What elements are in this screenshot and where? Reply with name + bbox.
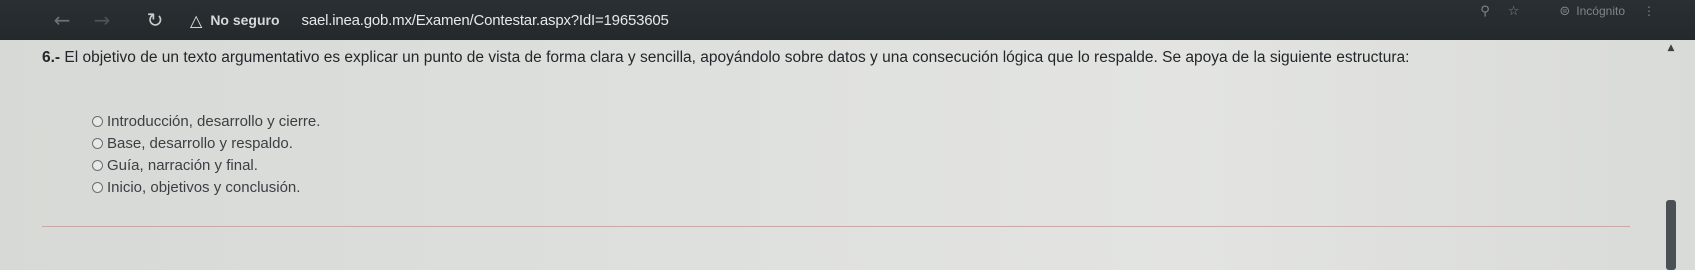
option-label: Introducción, desarrollo y cierre. — [107, 112, 321, 130]
answer-option-1[interactable]: Introducción, desarrollo y cierre. — [92, 110, 320, 132]
radio-button[interactable] — [92, 137, 103, 149]
option-label: Guía, narración y final. — [107, 156, 258, 174]
kebab-menu-icon[interactable]: ⋮ — [1643, 4, 1655, 18]
radio-button[interactable] — [92, 115, 103, 127]
browser-toolbar: ← → ↻ △ No seguro sael.inea.gob.mx/Exame… — [0, 0, 1695, 40]
star-icon[interactable]: ☆ — [1508, 4, 1520, 19]
question-body: El objetivo de un texto argumentativo es… — [64, 49, 1410, 66]
warning-icon[interactable]: △ — [190, 11, 202, 30]
radio-button[interactable] — [92, 181, 103, 193]
incognito-indicator[interactable]: ⊜ Incógnito — [1559, 4, 1625, 19]
scroll-up-icon[interactable]: ▲ — [1665, 42, 1677, 54]
reload-icon[interactable]: ↻ — [143, 8, 167, 32]
answer-option-3[interactable]: Guía, narración y final. — [92, 154, 320, 176]
security-label[interactable]: No seguro — [210, 12, 279, 28]
radio-button[interactable] — [92, 159, 103, 171]
url-text[interactable]: sael.inea.gob.mx/Examen/Contestar.aspx?I… — [302, 12, 669, 29]
option-label: Base, desarrollo y respaldo. — [107, 134, 293, 152]
option-label: Inicio, objetivos y conclusión. — [107, 178, 301, 196]
address-bar[interactable]: △ No seguro sael.inea.gob.mx/Examen/Cont… — [190, 8, 669, 32]
divider — [42, 226, 1630, 227]
toolbar-right: ⚲ ☆ ⊜ Incógnito ⋮ — [1480, 0, 1655, 22]
answer-options: Introducción, desarrollo y cierre. Base,… — [92, 110, 320, 198]
exam-page: 6.- El objetivo de un texto argumentativ… — [0, 40, 1695, 270]
question-number: 6.- — [42, 49, 61, 66]
answer-option-4[interactable]: Inicio, objetivos y conclusión. — [92, 176, 320, 198]
scroll-thumb[interactable] — [1666, 200, 1676, 270]
question-text: 6.- El objetivo de un texto argumentativ… — [42, 48, 1632, 68]
incognito-icon: ⊜ — [1559, 3, 1571, 19]
incognito-label: Incógnito — [1576, 4, 1625, 18]
magnifier-icon[interactable]: ⚲ — [1480, 4, 1490, 19]
back-arrow-icon[interactable]: ← — [50, 8, 74, 32]
answer-option-2[interactable]: Base, desarrollo y respaldo. — [92, 132, 320, 154]
forward-arrow-icon[interactable]: → — [90, 8, 114, 32]
scrollbar[interactable]: ▲ — [1665, 40, 1677, 270]
